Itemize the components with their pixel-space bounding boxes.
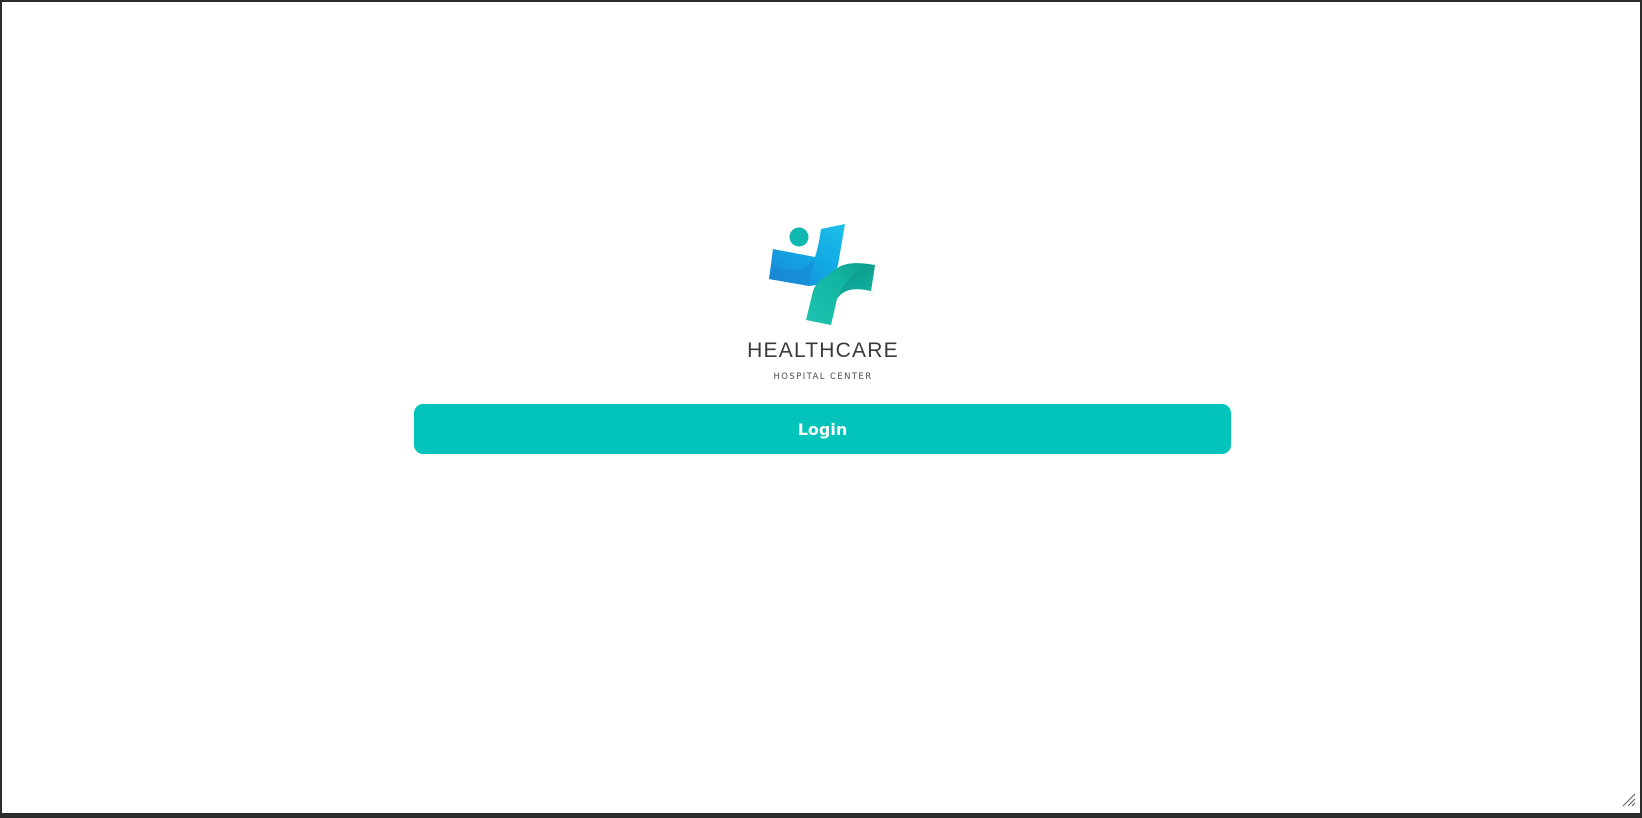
healthcare-logo <box>755 217 893 329</box>
login-button[interactable]: Login <box>414 404 1231 454</box>
resize-grip-icon[interactable] <box>1620 791 1636 807</box>
brand-name: HEALTHCARE <box>747 339 899 362</box>
brand-tagline: HOSPITAL CENTER <box>773 372 873 382</box>
medical-cross-person-icon <box>769 224 875 325</box>
app-window: HEALTHCARE HOSPITAL CENTER Login <box>0 0 1642 818</box>
